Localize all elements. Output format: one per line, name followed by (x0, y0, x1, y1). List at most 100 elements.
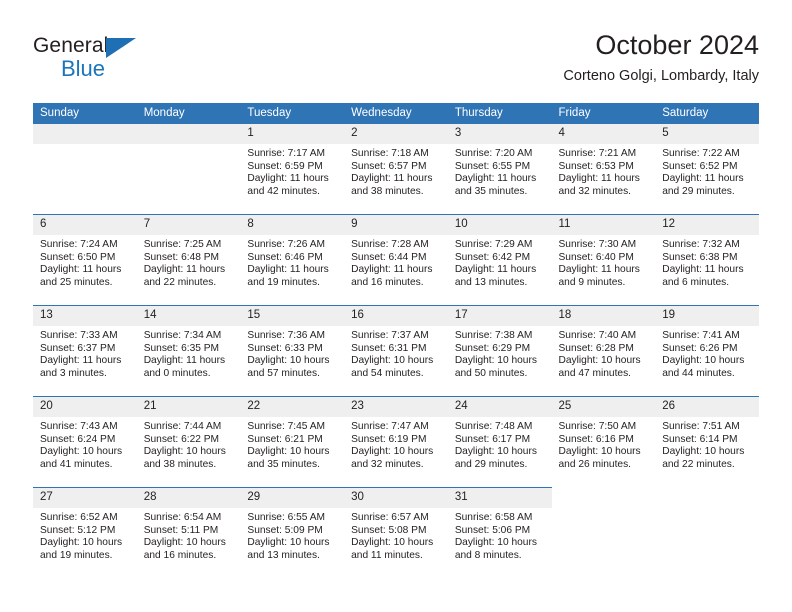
day-details: Sunrise: 7:44 AM Sunset: 6:22 PM Daylight:… (137, 417, 241, 471)
calendar-day-cell[interactable]: 27 Sunrise: 6:52 AM Sunset: 5:12 PM Dayligh… (33, 487, 137, 578)
calendar-table: Sunday Monday Tuesday Wednesday Thursday… (33, 103, 759, 578)
calendar-day-cell[interactable]: 24 Sunrise: 7:48 AM Sunset: 6:17 PM Dayligh… (447, 396, 552, 488)
calendar-day-cell[interactable]: 3 Sunrise: 7:20 AM Sunset: 6:55 PM Daylight… (447, 124, 552, 215)
day-detail-daylight1: Daylight: 11 hours (662, 173, 744, 185)
day-detail-daylight1: Daylight: 10 hours (247, 446, 330, 458)
day-detail-sunset: Sunset: 6:21 PM (247, 433, 323, 445)
day-detail-daylight2: and 41 minutes. (40, 458, 113, 470)
weekday-header-saturday: Saturday (655, 103, 759, 124)
day-detail-sunset: Sunset: 6:53 PM (558, 160, 634, 172)
day-number: 24 (447, 397, 552, 417)
calendar-day-cell[interactable]: 16 Sunrise: 7:37 AM Sunset: 6:31 PM Dayligh… (344, 305, 448, 397)
calendar-day-cell[interactable]: 17 Sunrise: 7:38 AM Sunset: 6:29 PM Dayligh… (447, 305, 552, 397)
day-detail-daylight1: Daylight: 11 hours (454, 173, 537, 185)
calendar-day-cell[interactable]: 15 Sunrise: 7:36 AM Sunset: 6:33 PM Dayligh… (240, 305, 345, 397)
calendar-week-row: 13 Sunrise: 7:33 AM Sunset: 6:37 PM Dayligh… (33, 305, 759, 397)
day-detail-daylight1: Daylight: 11 hours (351, 173, 433, 185)
calendar-day-cell[interactable]: 26 Sunrise: 7:51 AM Sunset: 6:14 PM Dayligh… (655, 396, 759, 488)
calendar-day-cell[interactable]: 11 Sunrise: 7:30 AM Sunset: 6:40 PM Dayligh… (551, 214, 656, 306)
day-detail-sunset: Sunset: 5:09 PM (247, 524, 323, 536)
day-number (33, 124, 137, 144)
day-detail-sunset: Sunset: 5:08 PM (351, 524, 427, 536)
day-number: 27 (33, 488, 137, 508)
calendar-day-cell[interactable]: 25 Sunrise: 7:50 AM Sunset: 6:16 PM Dayligh… (551, 396, 656, 488)
weekday-header-tuesday: Tuesday (240, 103, 345, 124)
day-number: 4 (551, 124, 656, 144)
day-number (655, 488, 759, 508)
day-detail-sunrise: Sunrise: 7:26 AM (247, 239, 325, 250)
day-details: Sunrise: 7:32 AM Sunset: 6:38 PM Daylight:… (655, 235, 759, 289)
calendar-day-cell[interactable]: 18 Sunrise: 7:40 AM Sunset: 6:28 PM Dayligh… (551, 305, 656, 397)
day-detail-sunrise: Sunrise: 6:55 AM (247, 512, 325, 523)
calendar-day-cell[interactable]: 22 Sunrise: 7:45 AM Sunset: 6:21 PM Dayligh… (240, 396, 345, 488)
day-details: Sunrise: 7:34 AM Sunset: 6:35 PM Daylight:… (137, 326, 241, 380)
calendar-day-cell[interactable]: 14 Sunrise: 7:34 AM Sunset: 6:35 PM Dayligh… (136, 305, 241, 397)
day-detail-sunrise: Sunrise: 7:22 AM (662, 148, 740, 159)
day-details: Sunrise: 6:55 AM Sunset: 5:09 PM Daylight:… (240, 508, 344, 562)
calendar-day-cell-empty[interactable] (655, 487, 759, 578)
day-detail-sunrise: Sunrise: 7:29 AM (454, 239, 533, 250)
day-details: Sunrise: 6:52 AM Sunset: 5:12 PM Daylight:… (33, 508, 137, 562)
day-detail-daylight1: Daylight: 11 hours (143, 355, 226, 367)
day-detail-daylight2: and 22 minutes. (662, 458, 735, 470)
calendar-day-cell[interactable]: 5 Sunrise: 7:22 AM Sunset: 6:52 PM Daylight… (655, 124, 759, 215)
weekday-header-friday: Friday (551, 103, 656, 124)
calendar-day-cell-empty[interactable] (551, 487, 656, 578)
day-number: 30 (344, 488, 448, 508)
calendar-day-cell[interactable]: 6 Sunrise: 7:24 AM Sunset: 6:50 PM Daylight… (33, 214, 137, 306)
day-detail-sunrise: Sunrise: 6:58 AM (454, 512, 533, 523)
calendar-day-cell[interactable]: 29 Sunrise: 6:55 AM Sunset: 5:09 PM Dayligh… (240, 487, 345, 578)
calendar-day-cell[interactable]: 31 Sunrise: 6:58 AM Sunset: 5:06 PM Dayligh… (447, 487, 552, 578)
day-detail-sunrise: Sunrise: 7:21 AM (558, 148, 637, 159)
day-detail-sunrise: Sunrise: 7:18 AM (351, 148, 429, 159)
calendar-day-cell[interactable]: 12 Sunrise: 7:32 AM Sunset: 6:38 PM Dayligh… (655, 214, 759, 306)
day-detail-sunrise: Sunrise: 7:30 AM (558, 239, 637, 250)
day-details: Sunrise: 6:54 AM Sunset: 5:11 PM Daylight:… (137, 508, 241, 562)
day-number: 16 (344, 306, 448, 326)
day-detail-sunrise: Sunrise: 7:33 AM (40, 330, 118, 341)
day-detail-sunrise: Sunrise: 7:37 AM (351, 330, 429, 341)
day-number: 13 (33, 306, 137, 326)
calendar-day-cell[interactable]: 9 Sunrise: 7:28 AM Sunset: 6:44 PM Daylight… (344, 214, 448, 306)
day-details: Sunrise: 7:38 AM Sunset: 6:29 PM Daylight:… (448, 326, 552, 380)
day-detail-sunrise: Sunrise: 7:50 AM (558, 421, 637, 432)
calendar-day-cell[interactable]: 19 Sunrise: 7:41 AM Sunset: 6:26 PM Dayligh… (655, 305, 759, 397)
general-blue-logo: General Blue (33, 34, 193, 90)
day-number: 20 (33, 397, 137, 417)
calendar-day-cell[interactable]: 21 Sunrise: 7:44 AM Sunset: 6:22 PM Dayligh… (136, 396, 241, 488)
calendar-day-cell[interactable]: 30 Sunrise: 6:57 AM Sunset: 5:08 PM Dayligh… (344, 487, 448, 578)
day-details: Sunrise: 7:24 AM Sunset: 6:50 PM Daylight:… (33, 235, 137, 289)
day-detail-sunset: Sunset: 6:33 PM (247, 342, 323, 354)
day-number: 2 (344, 124, 448, 144)
calendar-day-cell[interactable]: 10 Sunrise: 7:29 AM Sunset: 6:42 PM Dayligh… (447, 214, 552, 306)
day-detail-daylight1: Daylight: 10 hours (351, 355, 434, 367)
day-detail-sunset: Sunset: 6:40 PM (558, 251, 634, 263)
day-number: 21 (136, 397, 241, 417)
day-number: 31 (447, 488, 552, 508)
day-detail-sunset: Sunset: 6:57 PM (351, 160, 427, 172)
calendar-day-cell[interactable]: 8 Sunrise: 7:26 AM Sunset: 6:46 PM Daylight… (240, 214, 345, 306)
day-details: Sunrise: 7:28 AM Sunset: 6:44 PM Daylight:… (344, 235, 448, 289)
calendar-day-cell-empty[interactable] (136, 124, 241, 215)
day-detail-daylight1: Daylight: 10 hours (558, 446, 641, 458)
day-detail-daylight1: Daylight: 10 hours (454, 355, 537, 367)
day-detail-sunrise: Sunrise: 7:34 AM (143, 330, 222, 341)
day-detail-daylight2: and 3 minutes. (40, 367, 107, 379)
day-detail-sunset: Sunset: 6:26 PM (662, 342, 738, 354)
calendar-day-cell[interactable]: 13 Sunrise: 7:33 AM Sunset: 6:37 PM Dayligh… (33, 305, 137, 397)
day-detail-daylight2: and 50 minutes. (454, 367, 528, 379)
calendar-day-cell[interactable]: 20 Sunrise: 7:43 AM Sunset: 6:24 PM Dayligh… (33, 396, 137, 488)
calendar-day-cell[interactable]: 1 Sunrise: 7:17 AM Sunset: 6:59 PM Daylight… (240, 124, 345, 215)
calendar-day-cell[interactable]: 28 Sunrise: 6:54 AM Sunset: 5:11 PM Dayligh… (136, 487, 241, 578)
calendar-day-cell[interactable]: 23 Sunrise: 7:47 AM Sunset: 6:19 PM Dayligh… (344, 396, 448, 488)
day-detail-daylight1: Daylight: 10 hours (454, 446, 537, 458)
calendar-day-cell-empty[interactable] (33, 124, 137, 215)
day-number: 19 (655, 306, 759, 326)
day-detail-daylight1: Daylight: 10 hours (40, 537, 123, 549)
calendar-day-cell[interactable]: 4 Sunrise: 7:21 AM Sunset: 6:53 PM Daylight… (551, 124, 656, 215)
day-detail-daylight1: Daylight: 10 hours (558, 355, 641, 367)
calendar-day-cell[interactable]: 7 Sunrise: 7:25 AM Sunset: 6:48 PM Daylight… (136, 214, 241, 306)
day-detail-daylight1: Daylight: 11 hours (143, 264, 226, 276)
calendar-day-cell[interactable]: 2 Sunrise: 7:18 AM Sunset: 6:57 PM Daylight… (344, 124, 448, 215)
day-detail-daylight2: and 29 minutes. (662, 185, 735, 197)
